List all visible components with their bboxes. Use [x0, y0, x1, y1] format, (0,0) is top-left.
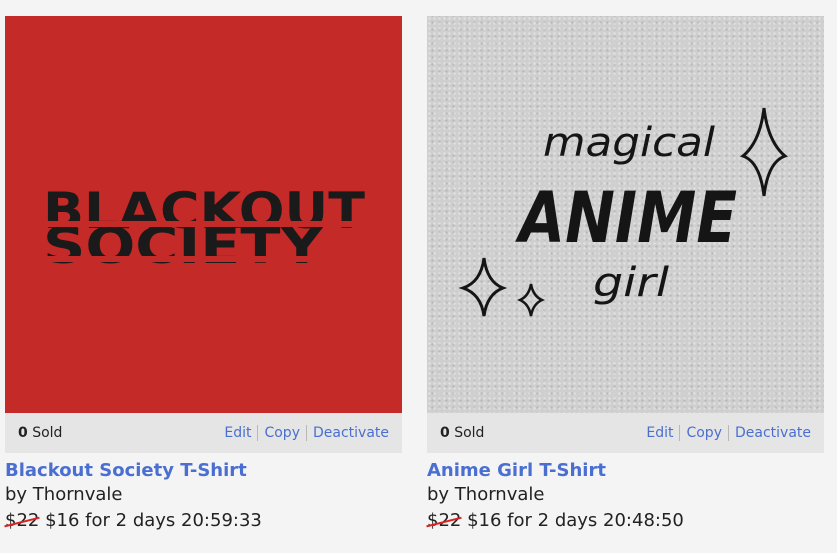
- artwork-text-girl: girl: [593, 260, 669, 306]
- divider: [679, 425, 681, 441]
- divider: [305, 425, 307, 441]
- product-title[interactable]: Blackout Society T-Shirt: [5, 460, 402, 482]
- divider: [257, 425, 259, 441]
- copy-link[interactable]: Copy: [686, 425, 722, 441]
- product-image[interactable]: magical ANIME girl: [427, 16, 824, 413]
- product-byline: by Thornvale: [427, 484, 545, 505]
- deactivate-link[interactable]: Deactivate: [313, 425, 389, 441]
- blackout-society-artwork: BLACKOUT SOCIETY: [35, 182, 375, 275]
- product-actions: Edit Copy Deactivate: [224, 425, 389, 441]
- artwork-text-anime: ANIME: [515, 177, 737, 259]
- product-byline: by Thornvale: [5, 484, 123, 505]
- product-price: $22 $16 for 2 days 20:48:50: [427, 508, 824, 534]
- product-card: BLACKOUT SOCIETY 0 Sold Edit Copy Deacti…: [5, 16, 402, 534]
- product-actions: Edit Copy Deactivate: [646, 425, 811, 441]
- original-price: $22: [427, 508, 461, 534]
- sparkle-icon: [458, 257, 508, 317]
- sold-number: 0: [440, 425, 450, 441]
- magical-anime-girl-artwork: magical ANIME girl: [458, 107, 789, 317]
- product-title[interactable]: Anime Girl T-Shirt: [427, 460, 824, 482]
- edit-link[interactable]: Edit: [224, 425, 251, 441]
- sale-price-countdown: $16 for 2 days 20:48:50: [467, 510, 684, 531]
- artwork-text-magical: magical: [543, 120, 715, 166]
- product-image[interactable]: BLACKOUT SOCIETY: [5, 16, 402, 413]
- product-card: magical ANIME girl 0 Sold Edit Copy Deac…: [427, 16, 824, 534]
- sold-label: Sold: [32, 425, 63, 441]
- sold-count: 0 Sold: [18, 425, 62, 441]
- sold-number: 0: [18, 425, 28, 441]
- sale-price-countdown: $16 for 2 days 20:59:33: [45, 510, 262, 531]
- product-status-bar: 0 Sold Edit Copy Deactivate: [427, 413, 824, 453]
- original-price: $22: [5, 508, 39, 534]
- product-price: $22 $16 for 2 days 20:59:33: [5, 508, 402, 534]
- sold-count: 0 Sold: [440, 425, 484, 441]
- divider: [727, 425, 729, 441]
- sold-label: Sold: [454, 425, 485, 441]
- sparkle-icon: [739, 107, 789, 197]
- product-status-bar: 0 Sold Edit Copy Deactivate: [5, 413, 402, 453]
- copy-link[interactable]: Copy: [264, 425, 300, 441]
- sparkle-icon: [516, 283, 546, 317]
- edit-link[interactable]: Edit: [646, 425, 673, 441]
- deactivate-link[interactable]: Deactivate: [735, 425, 811, 441]
